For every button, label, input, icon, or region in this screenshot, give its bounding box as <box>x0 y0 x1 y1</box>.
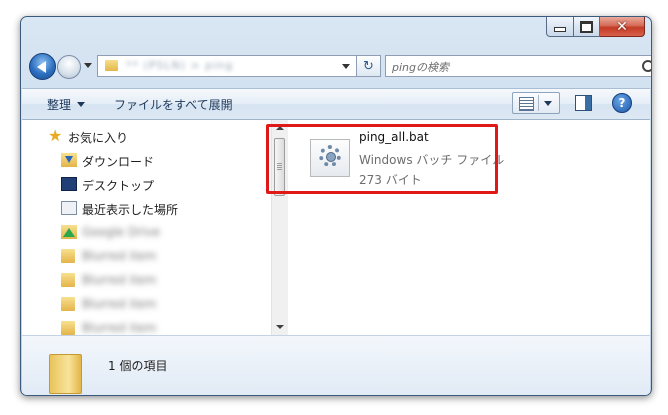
extract-all-button[interactable]: ファイルをすべて展開 <box>114 96 233 113</box>
change-view-button[interactable] <box>512 92 560 114</box>
nav-item-label: Google Drive <box>82 225 161 239</box>
view-divider <box>538 95 539 111</box>
folder-icon <box>61 249 75 263</box>
nav-item-desktop[interactable]: デスクトップ <box>22 173 254 195</box>
folder-icon <box>61 321 75 335</box>
search-icon[interactable] <box>642 60 651 72</box>
back-button[interactable] <box>29 53 56 80</box>
highlight-box <box>266 124 498 194</box>
caption-buttons: ✕ <box>546 17 645 37</box>
back-arrow-icon <box>36 60 46 73</box>
star-icon: ★ <box>48 126 63 145</box>
nav-item-folder[interactable]: Blurred item <box>22 293 254 315</box>
search-box <box>385 55 651 77</box>
nav-item-folder[interactable]: Blurred item <box>22 245 254 267</box>
search-input[interactable] <box>390 57 634 77</box>
maximize-icon <box>580 20 593 33</box>
maximize-button[interactable] <box>574 17 600 37</box>
close-icon: ✕ <box>616 18 628 35</box>
nav-item-label: Blurred item <box>82 249 157 263</box>
forward-button[interactable] <box>57 55 81 79</box>
minimize-button[interactable] <box>546 17 574 37</box>
explorer-window: ✕ ** (PSLN) > ping ↻ 整理 ファイルをすべて展開 ? ★ お… <box>20 16 652 396</box>
organize-label: 整理 <box>47 98 72 112</box>
details-view-icon <box>519 97 534 111</box>
nav-item-favorites[interactable]: ★ お気に入り <box>22 125 254 147</box>
nav-item-google-drive[interactable]: Google Drive <box>22 221 254 243</box>
refresh-button[interactable]: ↻ <box>357 55 381 77</box>
nav-item-label: Blurred item <box>82 297 157 311</box>
address-bar[interactable]: ** (PSLN) > ping <box>97 55 357 77</box>
navigation-pane: ★ お気に入り ダウンロード デスクトップ 最近表示した場所 Google Dr… <box>22 120 271 335</box>
refresh-icon: ↻ <box>363 58 374 74</box>
nav-item-recent-places[interactable]: 最近表示した場所 <box>22 197 254 219</box>
nav-item-label: 最近表示した場所 <box>82 203 179 217</box>
folder-icon <box>61 297 75 311</box>
item-count: 1 個の項目 <box>108 359 168 373</box>
extract-all-label: ファイルをすべて展開 <box>114 98 233 112</box>
folder-icon <box>61 273 75 287</box>
desktop-icon <box>61 177 77 191</box>
help-glyph: ? <box>618 96 626 110</box>
nav-item-folder[interactable]: Blurred item <box>22 269 254 291</box>
preview-pane-icon[interactable] <box>575 95 592 111</box>
scroll-down-icon[interactable] <box>276 325 284 329</box>
nav-item-label: Blurred item <box>82 273 157 287</box>
minimize-icon <box>554 27 566 32</box>
recent-places-icon <box>61 201 77 215</box>
close-button[interactable]: ✕ <box>600 17 645 37</box>
address-dropdown-icon[interactable] <box>342 64 350 69</box>
help-icon[interactable]: ? <box>612 93 632 113</box>
nav-item-downloads[interactable]: ダウンロード <box>22 149 254 171</box>
chevron-down-icon <box>77 102 86 107</box>
nav-item-label: ダウンロード <box>82 155 155 169</box>
address-path: ** (PSLN) > ping <box>126 59 234 72</box>
nav-item-folder[interactable]: Blurred item <box>22 317 254 335</box>
google-drive-icon <box>61 225 77 239</box>
nav-item-label: Blurred item <box>82 321 157 335</box>
recent-pages-dropdown[interactable] <box>84 63 92 68</box>
nav-item-label: お気に入り <box>68 131 129 145</box>
download-folder-icon <box>61 153 77 167</box>
details-pane: 1 個の項目 <box>22 335 650 395</box>
folder-icon <box>105 60 118 71</box>
command-bar: 整理 ファイルをすべて展開 ? <box>22 88 650 120</box>
organize-button[interactable]: 整理 <box>47 96 86 113</box>
nav-item-label: デスクトップ <box>82 179 155 193</box>
view-dropdown-icon[interactable] <box>544 101 552 106</box>
folder-icon <box>49 354 82 394</box>
